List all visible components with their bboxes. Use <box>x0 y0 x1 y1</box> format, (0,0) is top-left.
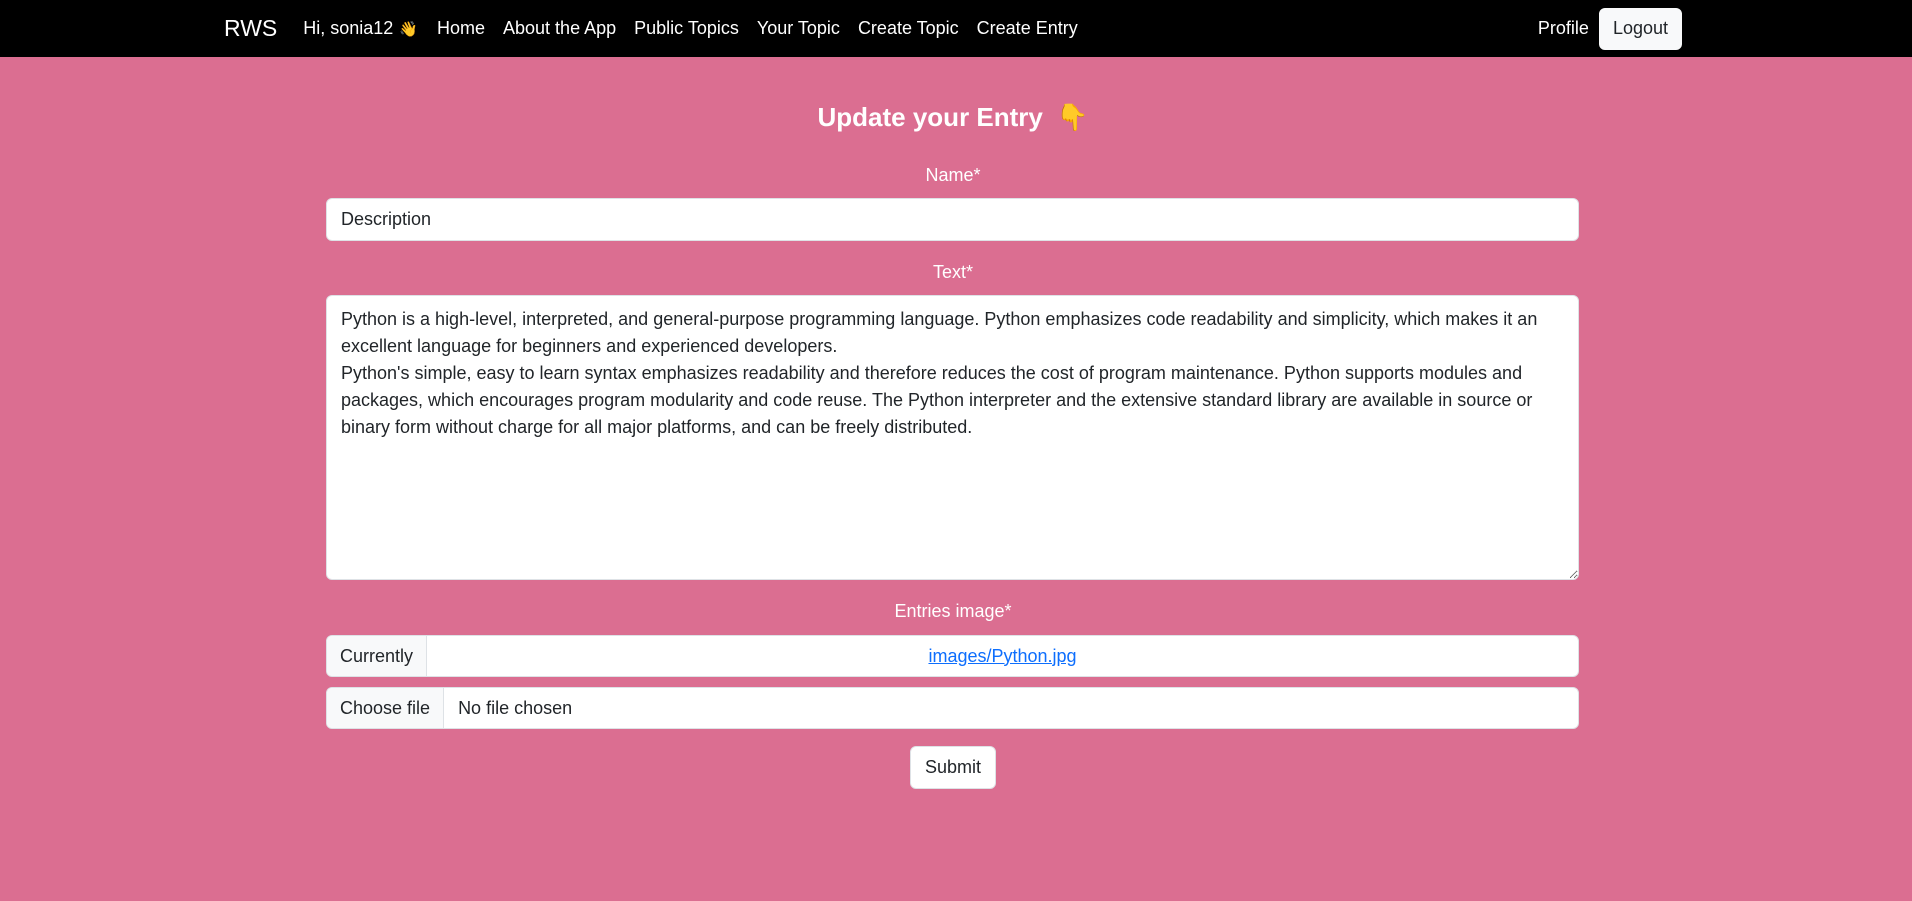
text-area[interactable]: Python is a high-level, interpreted, and… <box>326 295 1579 580</box>
current-image-link[interactable]: images/Python.jpg <box>928 646 1076 667</box>
nav-public-topics[interactable]: Public Topics <box>634 18 739 39</box>
choose-file-button[interactable]: Choose file <box>327 688 445 728</box>
nav-your-topic[interactable]: Your Topic <box>757 18 840 39</box>
name-label: Name* <box>925 165 981 185</box>
nav-home[interactable]: Home <box>437 18 485 39</box>
page-title: Update your Entry 👇 <box>0 102 1906 133</box>
page-title-text: Update your Entry <box>817 102 1043 132</box>
entries-image-label: Entries image* <box>894 601 1012 621</box>
nav-create-entry[interactable]: Create Entry <box>977 18 1078 39</box>
nav-create-topic[interactable]: Create Topic <box>858 18 959 39</box>
brand-link[interactable]: RWS <box>224 15 277 42</box>
greeting-text: Hi, sonia12 <box>303 18 394 38</box>
navbar-right: Profile Logout <box>1538 7 1682 50</box>
nav-about-the-app[interactable]: About the App <box>503 18 616 39</box>
currently-label: Currently <box>327 636 428 676</box>
file-status: No file chosen <box>458 697 573 718</box>
current-image-body: images/Python.jpg <box>427 636 1578 676</box>
submit-button[interactable]: Submit <box>910 746 996 789</box>
file-input[interactable]: Choose file No file chosen <box>326 687 1579 729</box>
logout-button[interactable]: Logout <box>1598 7 1682 50</box>
pointing-down-icon: 👇 <box>1056 102 1089 132</box>
nav-profile[interactable]: Profile <box>1538 18 1589 39</box>
waving-hand-icon: 👋 <box>399 21 418 38</box>
text-label: Text* <box>932 262 974 282</box>
user-greeting: Hi, sonia12 👋 <box>303 18 418 39</box>
current-image-group: Currently images/Python.jpg <box>326 635 1579 677</box>
name-input[interactable] <box>326 198 1579 241</box>
navbar-container: RWS Hi, sonia12 👋 Home About the App Publ… <box>224 0 1682 57</box>
top-navbar: RWS Hi, sonia12 👋 Home About the App Publ… <box>0 0 1912 57</box>
